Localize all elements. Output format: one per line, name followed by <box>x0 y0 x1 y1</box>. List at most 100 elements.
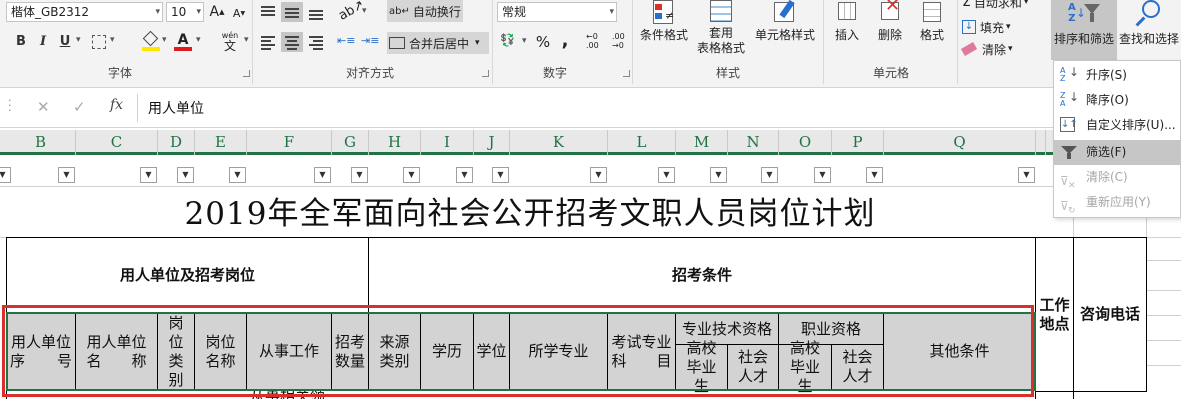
dialog-launcher-icon[interactable] <box>623 70 630 77</box>
filter-dropdown-button[interactable]: ▼ <box>814 167 831 183</box>
shrink-font-button[interactable]: A ▼ <box>230 4 248 22</box>
clear-button[interactable]: 清除 ▾ <box>960 39 1032 59</box>
filter-dropdown-button[interactable]: ▼ <box>140 167 157 183</box>
column-header-k[interactable]: K <box>510 130 608 155</box>
fill-button[interactable]: ↓ 填充 ▾ <box>962 17 1032 37</box>
menu-item-sort-desc[interactable]: Z A ↓ 降序(O) <box>1054 88 1181 113</box>
number-format-select[interactable]: 常规 ▾ <box>497 2 617 22</box>
align-middle-button[interactable] <box>281 2 303 22</box>
underline-button[interactable]: U <box>54 32 76 52</box>
group-label-styles: 样式 <box>715 66 740 80</box>
increase-decimal-icon[interactable]: ←0.00 <box>586 32 608 52</box>
column-header-j[interactable]: J <box>474 130 510 155</box>
insert-button[interactable]: 插入 <box>826 0 868 43</box>
column-header-next[interactable] <box>1036 130 1046 155</box>
delete-button[interactable]: ✕ 删除 <box>868 0 912 43</box>
align-bottom-button[interactable] <box>305 2 327 22</box>
column-header-b[interactable]: B <box>6 130 76 155</box>
phonetic-button[interactable]: wén 文 <box>216 31 244 53</box>
fill-color-icon[interactable] <box>142 30 160 52</box>
column-header-h[interactable]: H <box>369 130 421 155</box>
group-header-unit[interactable]: 用人单位及招考岗位 <box>6 237 369 314</box>
menu-item-clear: ⊽ ✕ 清除(C) <box>1060 170 1128 191</box>
filter-dropdown-button[interactable]: ▼ <box>710 167 727 183</box>
confirm-icon[interactable]: ✓ <box>73 98 86 116</box>
sort-asc-icon: A Z ↓ <box>1060 65 1080 83</box>
column-header-f[interactable]: F <box>247 130 332 155</box>
column-header-n[interactable]: N <box>728 130 779 155</box>
column-header-i[interactable]: I <box>421 130 474 155</box>
column-header-l[interactable]: L <box>608 130 676 155</box>
filter-dropdown-button[interactable]: ▼ <box>177 167 194 183</box>
border-icon[interactable] <box>92 35 106 49</box>
filter-dropdown-button[interactable]: ▼ <box>314 167 331 183</box>
column-header-m[interactable]: M <box>676 130 728 155</box>
filter-dropdown-button[interactable]: ▼ <box>590 167 607 183</box>
align-left-button[interactable] <box>257 32 279 52</box>
wrap-text-button[interactable]: ab↵ 自动换行 <box>387 0 463 22</box>
filter-dropdown-button[interactable]: ▼ <box>0 167 11 183</box>
filter-dropdown-button[interactable]: ▼ <box>58 167 75 183</box>
formula-input[interactable]: 用人单位 <box>148 98 1028 118</box>
header-location[interactable]: 工作地点 <box>1035 237 1074 392</box>
format-button[interactable]: 格式 <box>912 0 952 43</box>
increase-indent-icon[interactable]: ⇥≡ <box>361 34 381 50</box>
menu-item-filter[interactable]: 筛选(F) <box>1054 140 1181 165</box>
group-header-conditions[interactable]: 招考条件 <box>368 237 1036 314</box>
chevron-down-icon[interactable]: ▾ <box>162 35 167 45</box>
column-header-q[interactable]: Q <box>884 130 1036 155</box>
cancel-icon[interactable]: ✕ <box>37 98 50 116</box>
filter-dropdown-button[interactable]: ▼ <box>403 167 420 183</box>
filter-dropdown-button[interactable]: ▼ <box>229 167 246 183</box>
merge-center-button[interactable]: 合并后居中 ▾ <box>387 32 489 54</box>
format-as-table-button[interactable]: 套用 表格格式 <box>692 0 750 56</box>
column-header-d[interactable]: D <box>158 130 195 155</box>
autosum-button[interactable]: Σ 自动求和 ▾ <box>962 0 1044 11</box>
column-header-o[interactable]: O <box>779 130 832 155</box>
decrease-decimal-icon[interactable]: .00 →0 <box>612 32 634 52</box>
currency-icon[interactable]: 💱 <box>500 33 520 49</box>
dialog-launcher-icon[interactable] <box>482 70 489 77</box>
italic-button[interactable]: I <box>32 32 54 52</box>
formula-bar-dots-icon[interactable]: · · · <box>8 95 12 116</box>
find-select-button[interactable]: 查找和选择 <box>1117 0 1181 47</box>
align-right-button[interactable] <box>305 32 327 52</box>
percent-button[interactable]: % <box>534 32 552 52</box>
cell-styles-button[interactable]: 单元格样式 <box>752 0 818 43</box>
insert-function-icon[interactable]: fx <box>110 97 123 113</box>
chevron-down-icon[interactable]: ▾ <box>244 35 249 45</box>
grow-font-button[interactable]: A ▲ <box>208 2 226 22</box>
column-header-p[interactable]: P <box>832 130 884 155</box>
filter-dropdown-button[interactable]: ▼ <box>761 167 778 183</box>
menu-item-custom-sort[interactable]: ↓↑ 自定义排序(U)... <box>1054 113 1181 138</box>
filter-dropdown-button[interactable]: ▼ <box>866 167 883 183</box>
menu-item-sort-asc[interactable]: A Z ↓ 升序(S) <box>1054 63 1181 88</box>
header-phone[interactable]: 咨询电话 <box>1073 237 1147 392</box>
filter-dropdown-button[interactable]: ▼ <box>456 167 473 183</box>
column-header-e[interactable]: E <box>195 130 247 155</box>
decrease-indent-icon[interactable]: ⇤≡ <box>337 34 357 50</box>
chevron-down-icon[interactable]: ▾ <box>362 6 367 16</box>
font-color-icon[interactable]: A <box>174 32 192 52</box>
align-center-button[interactable] <box>281 32 303 52</box>
column-header-c[interactable]: C <box>76 130 158 155</box>
chevron-down-icon[interactable]: ▾ <box>110 35 115 45</box>
font-name-select[interactable]: 楷体_GB2312 ▾ <box>6 2 163 22</box>
chevron-down-icon[interactable]: ▾ <box>196 35 201 45</box>
chevron-down-icon[interactable]: ▾ <box>76 35 81 45</box>
filter-dropdown-button[interactable]: ▼ <box>492 167 509 183</box>
filter-dropdown-button[interactable]: ▼ <box>351 167 368 183</box>
comma-button[interactable]: , <box>558 30 572 51</box>
font-size-select[interactable]: 10 ▾ <box>166 2 204 22</box>
chevron-down-icon[interactable]: ▾ <box>522 36 527 46</box>
align-top-button[interactable] <box>257 2 279 22</box>
filter-dropdown-button[interactable]: ▼ <box>658 167 675 183</box>
sort-filter-button[interactable]: AZ ↓ 排序和筛选 <box>1051 0 1117 60</box>
row-border <box>1073 389 1074 399</box>
bold-button[interactable]: B <box>10 32 32 52</box>
column-header-g[interactable]: G <box>332 130 369 155</box>
filter-dropdown-button[interactable]: ▼ <box>1018 167 1035 183</box>
conditional-format-button[interactable]: ≠ 条件格式 <box>636 0 692 43</box>
dialog-launcher-icon[interactable] <box>243 70 250 77</box>
chevron-down-icon: ▾ <box>1023 0 1029 7</box>
